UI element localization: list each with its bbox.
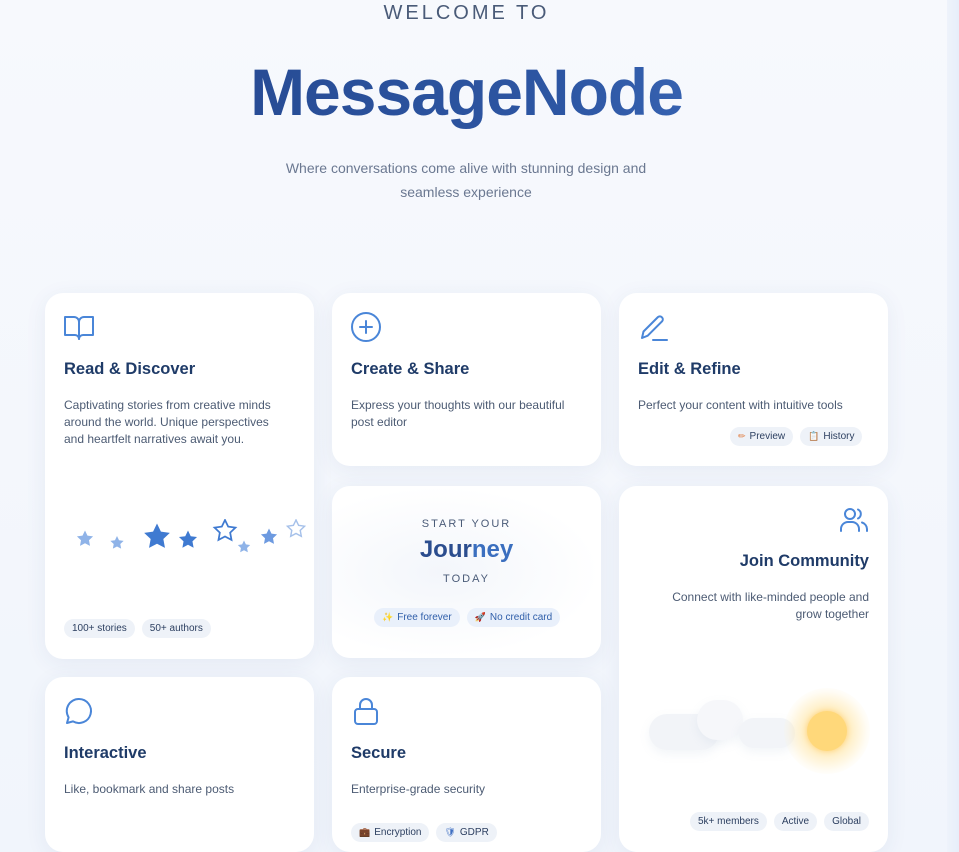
card-start-journey[interactable]: START YOUR Journey TODAY ✨ Free forever … bbox=[332, 486, 601, 658]
card-description-line: Express your thoughts with our beautiful bbox=[351, 398, 565, 412]
chat-bubble-icon bbox=[65, 697, 92, 724]
star-icon bbox=[76, 530, 94, 546]
lock-icon bbox=[354, 698, 378, 725]
tag-label: Preview bbox=[749, 431, 786, 442]
card-join-community[interactable]: Join Community Connect with like-minded … bbox=[619, 486, 888, 852]
book-open-icon bbox=[64, 316, 94, 340]
hero-eyebrow: WELCOME TO bbox=[383, 2, 550, 24]
card-description-line: Captivating stories from creative minds bbox=[64, 398, 271, 412]
card-description-line: Perfect your content with intuitive tool… bbox=[638, 398, 843, 412]
tag-members: 5k+ members bbox=[690, 812, 767, 831]
tag-no-credit-card[interactable]: 🚀 No credit card bbox=[466, 608, 561, 627]
card-description-line: Enterprise-grade security bbox=[351, 782, 486, 796]
tag-free-forever[interactable]: ✨ Free forever bbox=[374, 608, 460, 627]
tag-stories: 100+ stories bbox=[64, 619, 135, 638]
card-read-discover[interactable]: Read & Discover Captivating stories from… bbox=[45, 293, 314, 659]
star-icon bbox=[144, 523, 170, 548]
tag-preview[interactable]: ✏ Preview bbox=[730, 427, 794, 446]
card-description-line: around the world. Unique perspectives bbox=[64, 415, 269, 429]
star-icon bbox=[110, 536, 124, 549]
journey-title-part: Jour bbox=[419, 536, 472, 563]
tag-authors: 50+ authors bbox=[141, 619, 211, 638]
hero-subtitle: Where conversations come alive with stun… bbox=[266, 156, 666, 204]
tag-label: History bbox=[823, 431, 855, 442]
card-description: Like, bookmark and share posts bbox=[64, 781, 234, 798]
briefcase-icon: 💼 bbox=[359, 827, 371, 837]
star-icon bbox=[178, 530, 198, 548]
card-description-line: post editor bbox=[351, 415, 408, 429]
tag-label: Free forever bbox=[397, 612, 452, 623]
tag-active: Active bbox=[773, 812, 818, 831]
users-icon bbox=[840, 508, 868, 532]
star-icon bbox=[237, 540, 251, 553]
pencil-icon: ✏ bbox=[738, 431, 746, 441]
card-description: Perfect your content with intuitive tool… bbox=[638, 397, 843, 414]
tag-label: No credit card bbox=[489, 612, 553, 623]
card-tags: ✏ Preview 📋 History bbox=[730, 427, 863, 446]
plus-circle-icon bbox=[351, 312, 381, 342]
cloud-shape bbox=[697, 700, 743, 740]
card-description: Enterprise-grade security bbox=[351, 781, 485, 798]
tag-history[interactable]: 📋 History bbox=[800, 427, 863, 446]
hero-subtitle-line: Where conversations come alive with stun… bbox=[285, 160, 647, 176]
stars-decoration bbox=[76, 519, 306, 553]
card-title: Create & Share bbox=[351, 360, 470, 378]
tag-label: GDPR bbox=[459, 827, 489, 838]
hero-subtitle-line: seamless experience bbox=[400, 184, 532, 200]
page-edge-decoration bbox=[947, 0, 959, 852]
sparkle-icon: ✨ bbox=[382, 612, 394, 622]
star-icon bbox=[213, 519, 237, 541]
journey-eyebrow: START YOUR bbox=[421, 518, 512, 530]
card-description: Express your thoughts with our beautiful… bbox=[351, 397, 564, 431]
shield-icon: 🛡 bbox=[444, 827, 456, 837]
card-secure[interactable]: Secure Enterprise-grade security 💼 Encry… bbox=[332, 677, 601, 852]
card-title: Edit & Refine bbox=[638, 360, 741, 378]
tag-encryption[interactable]: 💼 Encryption bbox=[351, 823, 430, 842]
card-tags: 100+ stories 50+ authors bbox=[64, 619, 211, 638]
pencil-icon bbox=[641, 315, 668, 341]
star-icon bbox=[260, 528, 278, 544]
journey-subtitle: TODAY bbox=[443, 573, 490, 585]
star-icon bbox=[286, 519, 306, 538]
card-description-line: Connect with like-minded people and bbox=[672, 590, 869, 604]
card-interactive[interactable]: Interactive Like, bookmark and share pos… bbox=[45, 677, 314, 852]
card-description: Connect with like-minded people and grow… bbox=[639, 589, 869, 623]
card-tags: 💼 Encryption 🛡 GDPR bbox=[351, 823, 497, 842]
document-icon: 📋 bbox=[808, 431, 820, 441]
card-edit-refine[interactable]: Edit & Refine Perfect your content with … bbox=[619, 293, 888, 466]
tag-global: Global bbox=[824, 812, 869, 831]
card-description-line: Like, bookmark and share posts bbox=[64, 782, 235, 796]
sun-icon bbox=[807, 711, 847, 751]
journey-title: Journey bbox=[332, 536, 601, 564]
journey-tags: ✨ Free forever 🚀 No credit card bbox=[374, 608, 561, 627]
card-title: Secure bbox=[351, 744, 407, 762]
hero-title: MessageNode bbox=[0, 54, 933, 130]
card-title: Interactive bbox=[64, 744, 147, 762]
card-title: Read & Discover bbox=[64, 360, 196, 378]
rocket-icon: 🚀 bbox=[474, 612, 486, 622]
card-description: Captivating stories from creative minds … bbox=[64, 397, 271, 448]
card-title: Join Community bbox=[739, 552, 869, 570]
tag-gdpr[interactable]: 🛡 GDPR bbox=[436, 823, 497, 842]
tag-label: Encryption bbox=[374, 827, 422, 838]
journey-title-part: ney bbox=[471, 536, 514, 563]
card-tags: 5k+ members Active Global bbox=[690, 812, 869, 831]
card-create-share[interactable]: Create & Share Express your thoughts wit… bbox=[332, 293, 601, 466]
card-description-line: grow together bbox=[795, 607, 869, 621]
card-description-line: and heartfelt narratives await you. bbox=[64, 432, 245, 446]
